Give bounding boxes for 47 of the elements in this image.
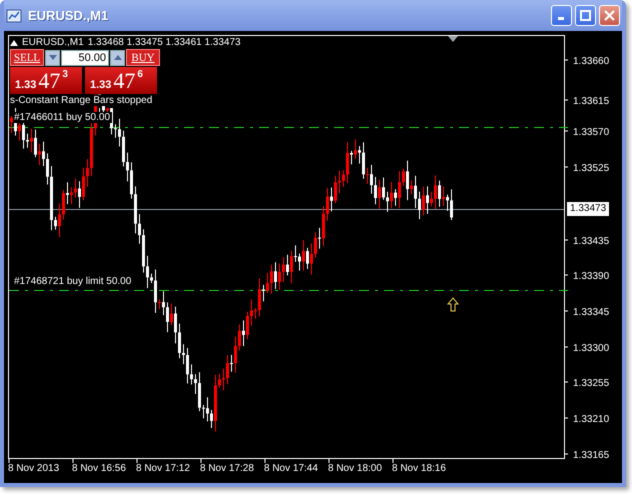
price-axis-label: 1.33345 [573,307,610,318]
time-axis-label: 8 Nov 18:16 [392,463,446,474]
price-axis-label: 1.33435 [573,236,610,247]
price-axis-label: 1.33570 [573,127,610,138]
up-arrow-icon [446,297,460,312]
close-button[interactable] [599,5,620,26]
price-axis-label: 1.33255 [573,378,610,389]
price-axis-label: 1.33300 [573,343,610,354]
maximize-button[interactable] [575,5,596,26]
time-axis-label: 8 Nov 16:56 [72,463,126,474]
time-axis-label: 8 Nov 18:00 [328,463,382,474]
time-axis-label: 8 Nov 17:44 [264,463,318,474]
price-axis-label: 1.33615 [573,96,610,107]
price-big-digits: 47 [113,70,136,92]
down-triangle-icon [48,55,56,60]
chart-symbol: EURUSD.,M1 [22,37,84,48]
price-axis-label: 1.33390 [573,271,610,282]
sell-button[interactable]: SELL [10,49,44,66]
lot-increase-button[interactable] [110,50,125,66]
lot-decrease-button[interactable] [45,50,60,66]
time-axis-label: 8 Nov 17:28 [200,463,254,474]
price-axis-label: 1.33660 [573,56,610,67]
time-axis-label: 8 Nov 17:12 [136,463,190,474]
price-prefix: 1.33 [90,79,112,92]
price-axis-label: 1.33525 [573,163,610,174]
expert-status-message: s-Constant Range Bars stopped [10,95,154,106]
buy-button[interactable]: BUY [126,49,160,66]
ohlc-values: 1.33468 1.33475 1.33461 1.33473 [88,37,241,48]
minimize-button[interactable] [551,5,572,26]
price-pip-digit: 3 [62,69,68,80]
price-prefix: 1.33 [15,79,36,92]
collapse-triangle-icon[interactable] [10,40,18,46]
order-label: #17468721 buy limit 50.00 [14,276,134,287]
window-title: EURUSD.,M1 [28,8,108,23]
up-triangle-icon [114,55,122,60]
order-label: #17466011 buy 50.00 [14,112,112,123]
lot-size-field[interactable]: 50.00 [61,50,109,66]
chart-window-icon [6,8,22,24]
price-pip-digit: 6 [137,69,143,80]
price-big-digits: 47 [38,70,60,92]
maximize-icon [580,10,591,21]
time-axis-label: 8 Nov 2013 [8,463,60,474]
close-icon [604,10,615,21]
price-axis-label: 1.33210 [573,414,610,425]
chart-shift-icon[interactable] [448,36,458,42]
price-axis-label: 1.33165 [573,450,610,461]
current-price-label: 1.33473 [567,202,610,216]
